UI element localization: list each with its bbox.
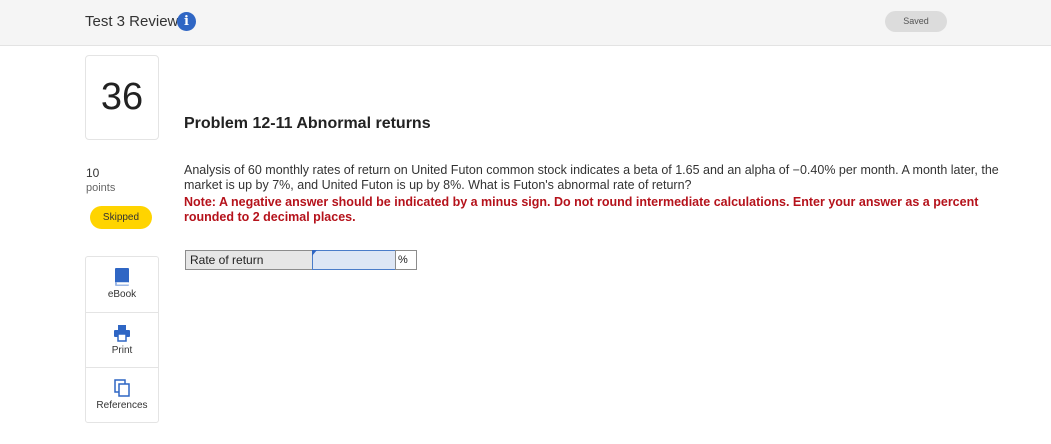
status-badge: Skipped [90,206,152,229]
assignment-title: Test 3 Review [85,13,179,30]
points-value: 10 [86,166,100,180]
references-button[interactable]: References [86,367,158,423]
answer-unit: % [395,250,417,270]
problem-title: Problem 12-11 Abnormal returns [184,115,431,132]
book-icon [115,268,129,286]
input-flag-icon [312,250,317,256]
problem-text: Analysis of 60 monthly rates of return o… [184,163,999,192]
info-icon[interactable]: i [177,12,196,31]
print-label: Print [111,345,133,356]
question-number: 36 [85,55,159,140]
answer-label: Rate of return [185,250,314,270]
points-label: points [86,182,116,194]
top-bar: Test 3 Review i Saved [0,0,1051,46]
references-label: References [96,400,148,411]
tools-panel: eBook Print References [85,256,159,423]
ebook-label: eBook [107,289,137,300]
copy-icon [114,379,130,397]
rate-of-return-input[interactable] [312,250,396,270]
print-button[interactable]: Print [86,312,158,368]
problem-note: Note: A negative answer should be indica… [184,195,979,224]
ebook-button[interactable]: eBook [86,257,158,312]
saved-status-pill: Saved [885,11,947,32]
printer-icon [114,325,130,342]
